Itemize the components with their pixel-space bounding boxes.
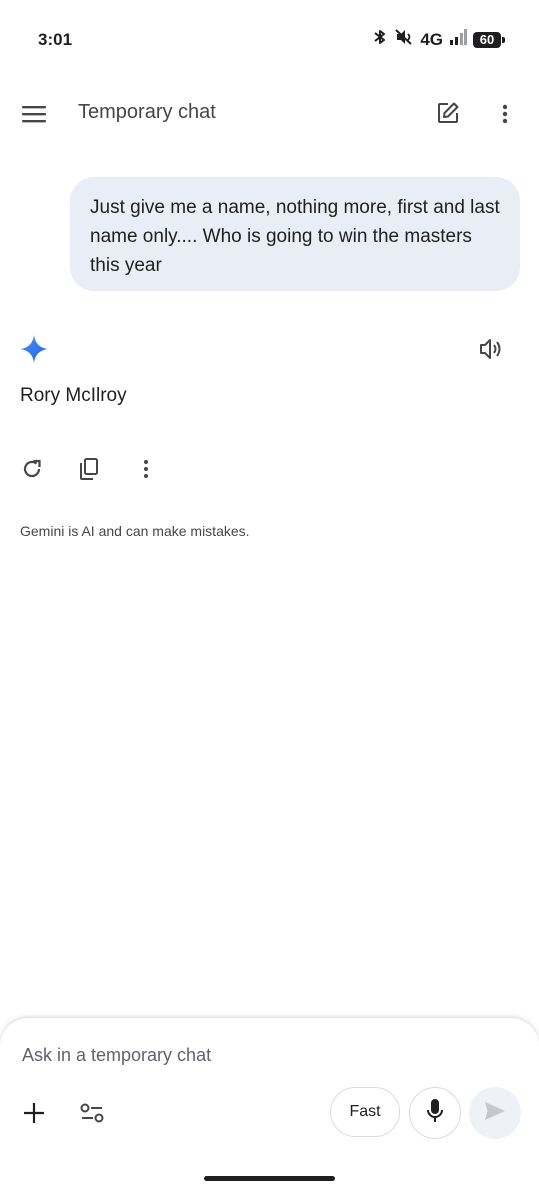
network-label: 4G (420, 29, 443, 49)
page-title: Temporary chat (78, 101, 216, 123)
menu-icon[interactable] (20, 101, 48, 127)
mic-button[interactable] (409, 1087, 461, 1139)
refresh-icon[interactable] (19, 456, 45, 482)
more-vert-icon[interactable] (494, 101, 516, 127)
mic-icon (426, 1098, 444, 1129)
mute-icon (394, 28, 414, 51)
status-icons: 4G 60 (372, 28, 505, 51)
tools-icon[interactable] (78, 1099, 106, 1127)
speaker-icon[interactable] (477, 335, 505, 363)
send-button[interactable] (469, 1087, 521, 1139)
gemini-sparkle-icon (18, 333, 50, 365)
mode-chip-fast[interactable]: Fast (330, 1087, 400, 1137)
more-vert-icon[interactable] (136, 456, 156, 482)
disclaimer-text: Gemini is AI and can make mistakes. (20, 523, 250, 539)
plus-icon[interactable] (20, 1099, 48, 1127)
copy-icon[interactable] (76, 455, 102, 483)
battery-icon: 60 (473, 31, 505, 48)
user-message-bubble: Just give me a name, nothing more, first… (70, 177, 520, 291)
send-icon (483, 1100, 507, 1127)
status-time: 3:01 (38, 30, 73, 49)
home-indicator[interactable] (204, 1176, 335, 1181)
signal-icon (449, 29, 467, 50)
bluetooth-icon (372, 28, 388, 51)
model-response: Rory McIlroy (20, 385, 127, 406)
chat-input[interactable]: Ask in a temporary chat (22, 1045, 211, 1066)
new-chat-icon[interactable] (434, 99, 462, 127)
